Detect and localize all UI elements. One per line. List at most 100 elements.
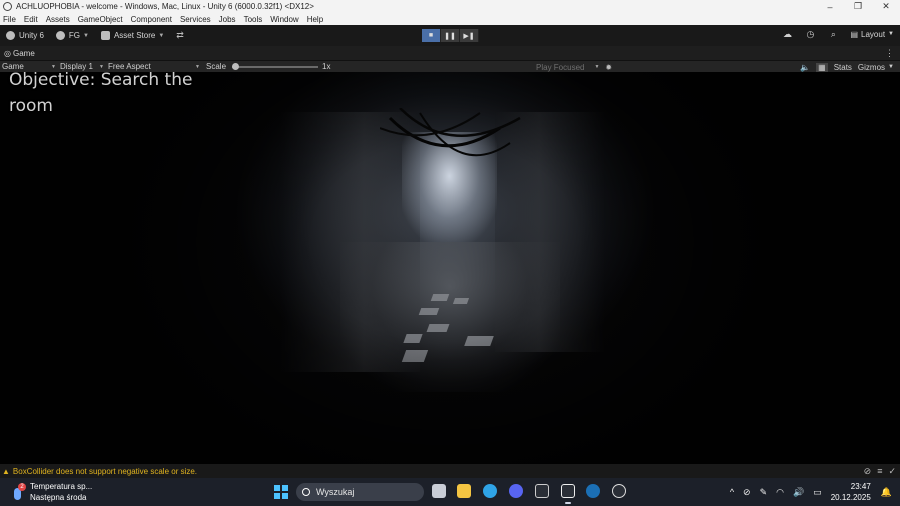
- stats-toggle[interactable]: Stats: [834, 63, 852, 72]
- asset-store-label: Asset Store: [113, 31, 156, 40]
- volume-icon[interactable]: 🔊: [793, 487, 804, 498]
- layout-dropdown[interactable]: ▤ Layout ▼: [850, 30, 894, 39]
- account-icon: [55, 31, 65, 40]
- chevron-down-icon: ▼: [99, 63, 104, 70]
- file-explorer-icon[interactable]: [457, 484, 471, 498]
- network-off-icon[interactable]: ⊘: [743, 487, 751, 498]
- window-title: ACHLUOPHOBIA - welcome - Windows, Mac, L…: [16, 2, 314, 11]
- game-app-icon[interactable]: [612, 484, 626, 498]
- close-button[interactable]: ✕: [872, 0, 900, 13]
- minimize-button[interactable]: –: [816, 0, 844, 13]
- toolbar-right: ☁ ◷ ⌕ ▤ Layout ▼: [769, 29, 894, 39]
- steam-icon[interactable]: [586, 484, 600, 498]
- notification-badge: 2: [18, 483, 26, 491]
- task-view-icon[interactable]: [432, 484, 446, 498]
- gizmos-toggle[interactable]: Gizmos: [858, 63, 885, 72]
- scale-value: 1x: [322, 62, 331, 71]
- account-dropdown[interactable]: FG ▼: [55, 31, 89, 40]
- version-control-button[interactable]: ⇄: [176, 30, 184, 41]
- cache-icon[interactable]: ≡: [877, 466, 882, 477]
- speaker-icon[interactable]: 🔈: [800, 63, 810, 72]
- game-view-toolbar: Game ▼ Display 1 ▼ Free Aspect ▼ Scale 1…: [0, 60, 900, 72]
- tab-game[interactable]: ◎ Game: [4, 49, 35, 58]
- system-tray: ^ ⊘ ✎ ◠ 🔊 ▭ 23:47 20.12.2025 🔔: [730, 478, 900, 506]
- step-button[interactable]: ▶❚: [460, 29, 479, 42]
- title-bar: ACHLUOPHOBIA - welcome - Windows, Mac, L…: [0, 0, 900, 13]
- shopping-bag-icon: [100, 31, 110, 40]
- weather-widget[interactable]: 2 Temperatura sp... Następna środa: [12, 481, 92, 503]
- game-viewport[interactable]: Objective: Search the room: [0, 72, 900, 464]
- check-icon[interactable]: ✓: [888, 466, 896, 477]
- menu-file[interactable]: File: [3, 15, 16, 24]
- vignette: [0, 72, 900, 464]
- unity-hub-icon[interactable]: [535, 484, 549, 498]
- progress-icon[interactable]: ⊘: [864, 466, 872, 477]
- menu-services[interactable]: Services: [180, 15, 211, 24]
- chevron-down-icon[interactable]: ▼: [888, 64, 894, 70]
- asset-store-dropdown[interactable]: Asset Store ▼: [100, 31, 164, 40]
- chevron-up-icon[interactable]: ^: [730, 487, 734, 497]
- clock[interactable]: 23:47 20.12.2025: [831, 481, 871, 503]
- menu-edit[interactable]: Edit: [24, 15, 38, 24]
- pause-button[interactable]: ❚❚: [441, 29, 460, 42]
- bug-icon[interactable]: ✹: [605, 63, 612, 72]
- search-icon[interactable]: ⌕: [828, 29, 838, 39]
- play-focused-label: Play Focused: [536, 62, 585, 72]
- menu-bar: File Edit Assets GameObject Component Se…: [0, 13, 900, 25]
- view-mode-label: Game: [2, 62, 24, 71]
- weather-subtitle: Następna środa: [30, 493, 87, 502]
- history-icon[interactable]: ◷: [805, 29, 815, 39]
- console-status-bar[interactable]: ▲ BoxCollider does not support negative …: [0, 464, 900, 478]
- scale-slider-handle[interactable]: [232, 62, 240, 70]
- battery-icon[interactable]: ▭: [813, 487, 822, 498]
- menu-help[interactable]: Help: [307, 15, 323, 24]
- discord-icon[interactable]: [509, 484, 523, 498]
- wifi-icon[interactable]: ◠: [776, 487, 784, 498]
- restore-button[interactable]: ❐: [844, 0, 872, 13]
- pen-icon[interactable]: ✎: [760, 487, 768, 498]
- scale-control: Scale 1x: [206, 62, 330, 71]
- more-options-icon[interactable]: ⋮: [885, 48, 894, 59]
- chevron-down-icon: ▼: [594, 64, 600, 70]
- tab-game-label: Game: [12, 48, 35, 58]
- chevron-down-icon: ▼: [83, 32, 89, 39]
- clock-time: 23:47: [850, 482, 871, 491]
- chevron-down-icon: ▼: [195, 63, 200, 70]
- weather-title: Temperatura sp...: [30, 482, 93, 491]
- menu-component[interactable]: Component: [131, 15, 172, 24]
- aspect-dropdown[interactable]: Free Aspect ▼: [108, 62, 200, 71]
- branch-icon: ⇄: [176, 30, 184, 40]
- unity-version-label: Unity 6: [19, 31, 44, 40]
- play-button[interactable]: ■: [422, 29, 441, 42]
- gamepad-icon: ◎: [4, 48, 11, 58]
- menu-tools[interactable]: Tools: [244, 15, 263, 24]
- search-placeholder: Wyszukaj: [316, 487, 355, 497]
- scale-slider[interactable]: [232, 62, 319, 70]
- cloud-icon[interactable]: ☁: [782, 29, 792, 39]
- display-label: Display 1: [60, 62, 93, 71]
- unity-version-button[interactable]: Unity 6: [6, 31, 44, 40]
- clock-date: 20.12.2025: [830, 493, 871, 502]
- menu-assets[interactable]: Assets: [46, 15, 70, 24]
- chevron-down-icon: ▼: [888, 31, 894, 37]
- scale-label: Scale: [206, 62, 227, 71]
- view-mode-dropdown[interactable]: Game ▼: [2, 62, 56, 71]
- windows-taskbar: 2 Temperatura sp... Następna środa Wyszu…: [0, 478, 900, 506]
- thermometer-icon: 2: [12, 483, 26, 501]
- menu-gameobject[interactable]: GameObject: [78, 15, 123, 24]
- main-toolbar: Unity 6 FG ▼ Asset Store ▼ ⇄ ■ ❚❚ ▶❚ ☁ ◷…: [0, 25, 900, 46]
- menu-window[interactable]: Window: [270, 15, 298, 24]
- menu-jobs[interactable]: Jobs: [219, 15, 236, 24]
- unity-app-icon: [3, 2, 12, 11]
- edge-browser-icon[interactable]: [483, 484, 497, 498]
- play-controls: ■ ❚❚ ▶❚: [422, 29, 479, 42]
- editor-tab-strip: ◎ Game ⋮: [0, 46, 900, 60]
- console-warning-message[interactable]: BoxCollider does not support negative sc…: [13, 467, 197, 476]
- unity-editor-icon[interactable]: [561, 484, 575, 498]
- taskbar-search[interactable]: Wyszukaj: [296, 483, 424, 501]
- windows-start-button[interactable]: [274, 485, 288, 499]
- notification-bell-icon[interactable]: 🔔: [881, 487, 892, 498]
- stats-icon[interactable]: ▦: [816, 62, 828, 72]
- objective-text: Objective: Search the room: [9, 72, 193, 116]
- display-dropdown[interactable]: Display 1 ▼: [60, 62, 104, 71]
